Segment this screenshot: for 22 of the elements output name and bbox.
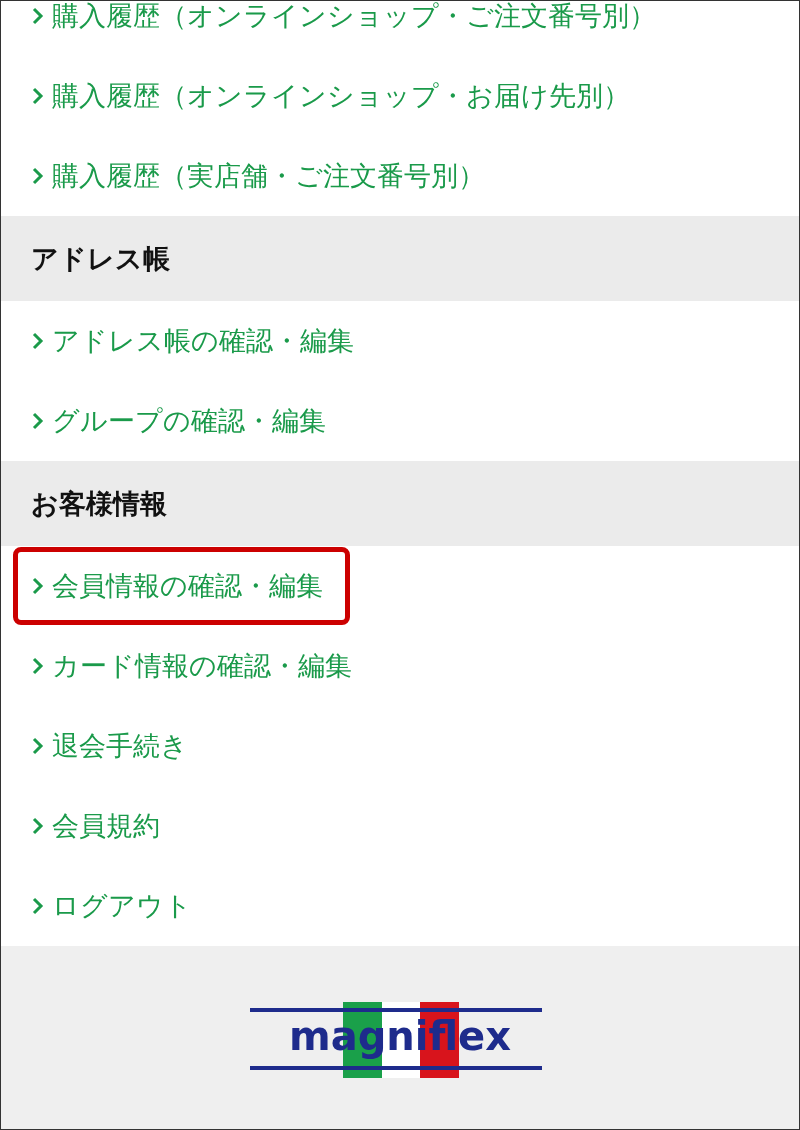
section-heading: お客様情報 <box>1 461 799 546</box>
chevron-icon <box>32 577 44 595</box>
menu-link[interactable]: 購入履歴（実店舗・ご注文番号別） <box>13 137 512 215</box>
menu-link[interactable]: グループの確認・編集 <box>13 382 353 460</box>
menu-link[interactable]: 購入履歴（オンラインショップ・ご注文番号別） <box>13 1 683 55</box>
menu-link[interactable]: アドレス帳の確認・編集 <box>13 302 381 380</box>
chevron-icon <box>32 332 44 350</box>
menu-link[interactable]: 退会手続き <box>13 707 215 785</box>
chevron-icon <box>32 817 44 835</box>
chevron-icon <box>32 87 44 105</box>
menu-link[interactable]: 会員規約 <box>13 787 187 865</box>
menu-link[interactable]: 会員情報の確認・編集 <box>13 547 350 625</box>
chevron-icon <box>32 737 44 755</box>
section-heading: アドレス帳 <box>1 216 799 301</box>
menu-link[interactable]: ログアウト <box>13 867 219 945</box>
chevron-icon <box>32 412 44 430</box>
menu-link[interactable]: カード情報の確認・編集 <box>13 627 379 705</box>
chevron-icon <box>32 167 44 185</box>
chevron-icon <box>32 657 44 675</box>
chevron-icon <box>32 897 44 915</box>
menu-link[interactable]: 購入履歴（オンラインショップ・お届け先別） <box>13 57 657 135</box>
chevron-icon <box>32 7 44 25</box>
